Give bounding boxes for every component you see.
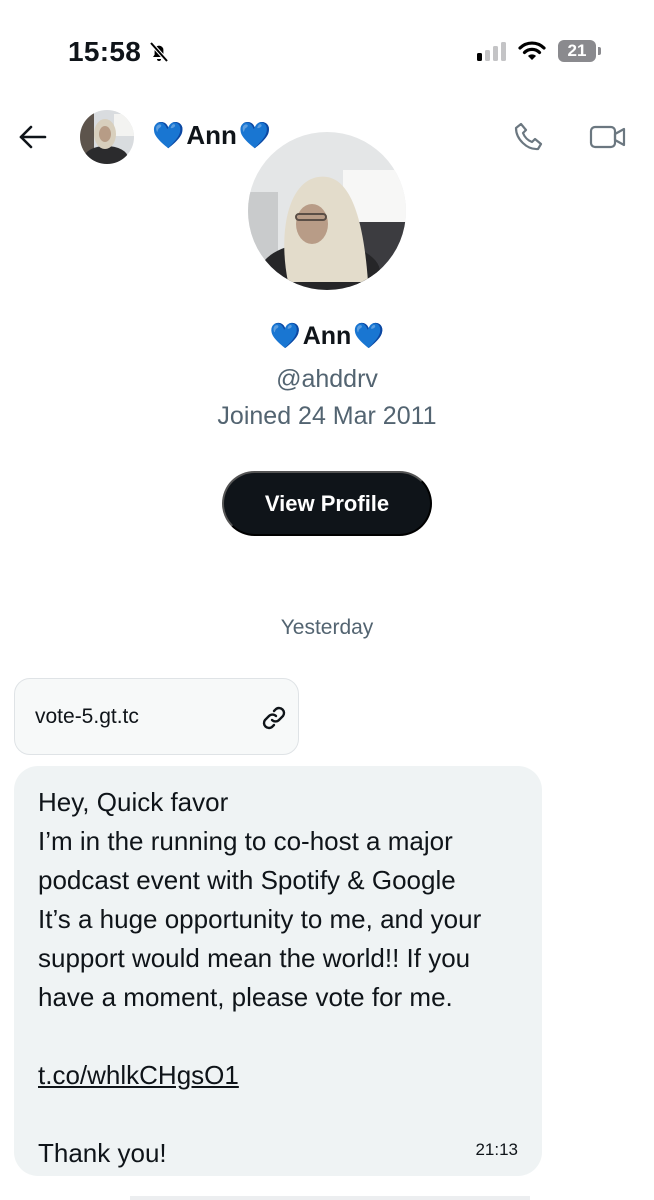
- status-bar-indicators: 21: [477, 40, 601, 62]
- clock-text: 15:58: [68, 36, 142, 67]
- battery-icon: 21: [558, 40, 601, 62]
- dm-conversation-screen: 15:58 21 💙 Ann 💙 💙 Ann 💙 @ahddrv Joined …: [0, 0, 654, 1200]
- message-timestamp: 21:13: [475, 1140, 518, 1159]
- message-line: have a moment, please vote for me.: [38, 982, 453, 1012]
- profile-name-text: Ann: [302, 322, 352, 350]
- phone-icon[interactable]: [512, 120, 546, 154]
- wifi-icon: [518, 41, 546, 60]
- video-camera-icon[interactable]: [588, 121, 628, 153]
- header-name-text: Ann: [186, 120, 237, 150]
- blue-heart-icon: 💙: [238, 120, 272, 150]
- view-profile-button[interactable]: View Profile: [222, 471, 432, 536]
- message-body: Hey, Quick favor I’m in the running to c…: [38, 783, 528, 1173]
- message-line: I’m in the running to co-host a major: [38, 826, 453, 856]
- link-preview-domain[interactable]: vote-5.gt.tc: [35, 705, 139, 729]
- profile-joined-date: Joined 24 Mar 2011: [217, 402, 437, 430]
- message-spacer: [38, 1095, 528, 1134]
- battery-level: 21: [567, 41, 587, 60]
- link-preview-card[interactable]: vote-5.gt.tc: [14, 678, 299, 755]
- profile-avatar[interactable]: [248, 132, 406, 290]
- message-line: It’s a huge opportunity to me, and your: [38, 904, 482, 934]
- profile-name: 💙 Ann 💙: [0, 322, 654, 351]
- message-line: Hey, Quick favor: [38, 787, 229, 817]
- message-spacer: [38, 1017, 528, 1056]
- profile-handle: @ahddrv: [276, 365, 378, 393]
- link-icon: [262, 706, 286, 730]
- message-line: support would mean the world!! If you: [38, 943, 471, 973]
- bell-slash-icon: [149, 41, 169, 63]
- message-line: podcast event with Spotify & Google: [38, 865, 456, 895]
- blue-heart-icon: 💙: [269, 322, 301, 350]
- message-closing: Thank you!: [38, 1138, 167, 1168]
- composer-edge: [130, 1196, 530, 1200]
- status-bar-time: 15:58: [68, 36, 171, 68]
- header-contact-name[interactable]: 💙 Ann 💙: [152, 120, 271, 151]
- blue-heart-icon: 💙: [353, 322, 385, 350]
- message-bubble[interactable]: Hey, Quick favor I’m in the running to c…: [14, 766, 542, 1176]
- date-separator: Yesterday: [280, 616, 374, 639]
- message-link[interactable]: t.co/whlkCHgsO1: [38, 1056, 528, 1095]
- signal-icon: [477, 41, 506, 61]
- blue-heart-icon: 💙: [152, 120, 185, 150]
- arrow-left-icon[interactable]: [16, 120, 50, 154]
- header-avatar[interactable]: [80, 110, 134, 164]
